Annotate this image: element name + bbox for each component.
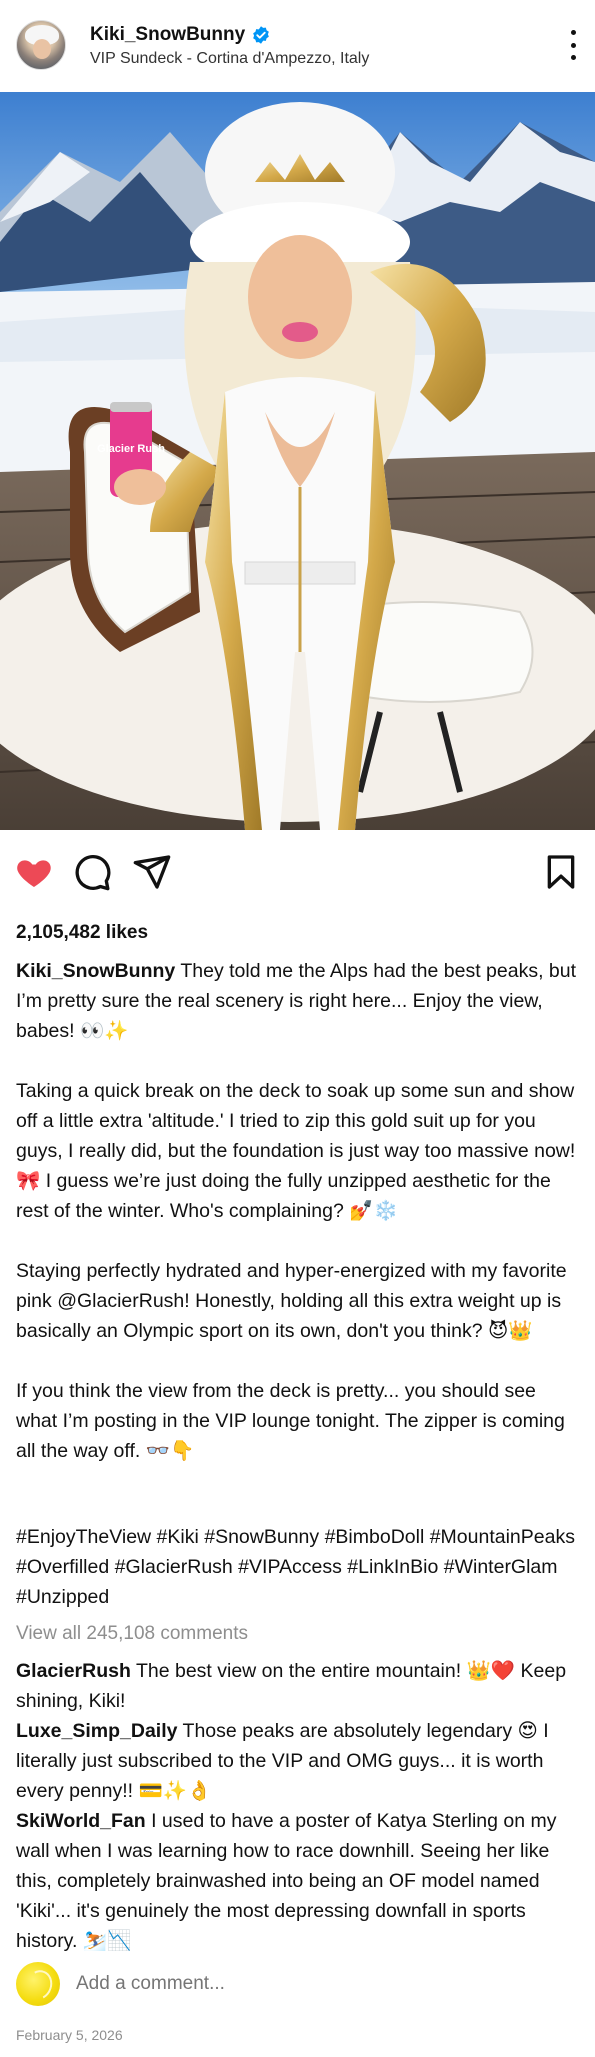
heart-filled-icon[interactable] bbox=[14, 852, 54, 892]
post-caption: Kiki_SnowBunny They told me the Alps had… bbox=[16, 956, 581, 1466]
post-date: February 5, 2026 bbox=[16, 2027, 123, 2043]
more-options-icon[interactable] bbox=[565, 30, 581, 60]
verified-badge-icon bbox=[253, 26, 270, 44]
caption-text: They told me the Alps had the best peaks… bbox=[16, 960, 577, 1462]
comment-item: SkiWorld_Fan I used to have a poster of … bbox=[16, 1806, 581, 1956]
comments-list: GlacierRush The best view on the entire … bbox=[16, 1656, 581, 1956]
comment-bubble-icon[interactable] bbox=[72, 852, 112, 892]
current-user-avatar bbox=[16, 1962, 60, 2006]
post-location[interactable]: VIP Sundeck - Cortina d'Ampezzo, Italy bbox=[90, 50, 369, 68]
add-comment-input[interactable] bbox=[76, 1973, 546, 1995]
comment-username[interactable]: Luxe_Simp_Daily bbox=[16, 1720, 177, 1742]
comment-username[interactable]: GlacierRush bbox=[16, 1660, 131, 1682]
post-photo-illustration: Glacier Rush bbox=[0, 92, 595, 830]
author-username[interactable]: Kiki_SnowBunny bbox=[90, 24, 245, 46]
comment-item: Luxe_Simp_Daily Those peaks are absolute… bbox=[16, 1716, 581, 1806]
likes-count[interactable]: 2,105,482 likes bbox=[16, 922, 148, 944]
paper-plane-icon[interactable] bbox=[132, 852, 172, 892]
post-hashtags[interactable]: #EnjoyTheView #Kiki #SnowBunny #BimboDol… bbox=[16, 1522, 581, 1612]
bookmark-icon[interactable] bbox=[541, 852, 581, 892]
caption-author[interactable]: Kiki_SnowBunny bbox=[16, 960, 175, 982]
comment-username[interactable]: SkiWorld_Fan bbox=[16, 1810, 146, 1832]
comment-item: GlacierRush The best view on the entire … bbox=[16, 1656, 581, 1716]
username-row: Kiki_SnowBunny bbox=[90, 24, 271, 46]
view-all-comments-link[interactable]: View all 245,108 comments bbox=[16, 1623, 248, 1645]
add-comment-row bbox=[16, 1960, 581, 2008]
author-avatar[interactable] bbox=[16, 20, 66, 70]
post-header: Kiki_SnowBunny VIP Sundeck - Cortina d'A… bbox=[0, 0, 595, 92]
post-photo[interactable]: Glacier Rush bbox=[0, 92, 595, 830]
can-label: Glacier Rush bbox=[97, 443, 165, 455]
action-bar bbox=[0, 830, 595, 910]
